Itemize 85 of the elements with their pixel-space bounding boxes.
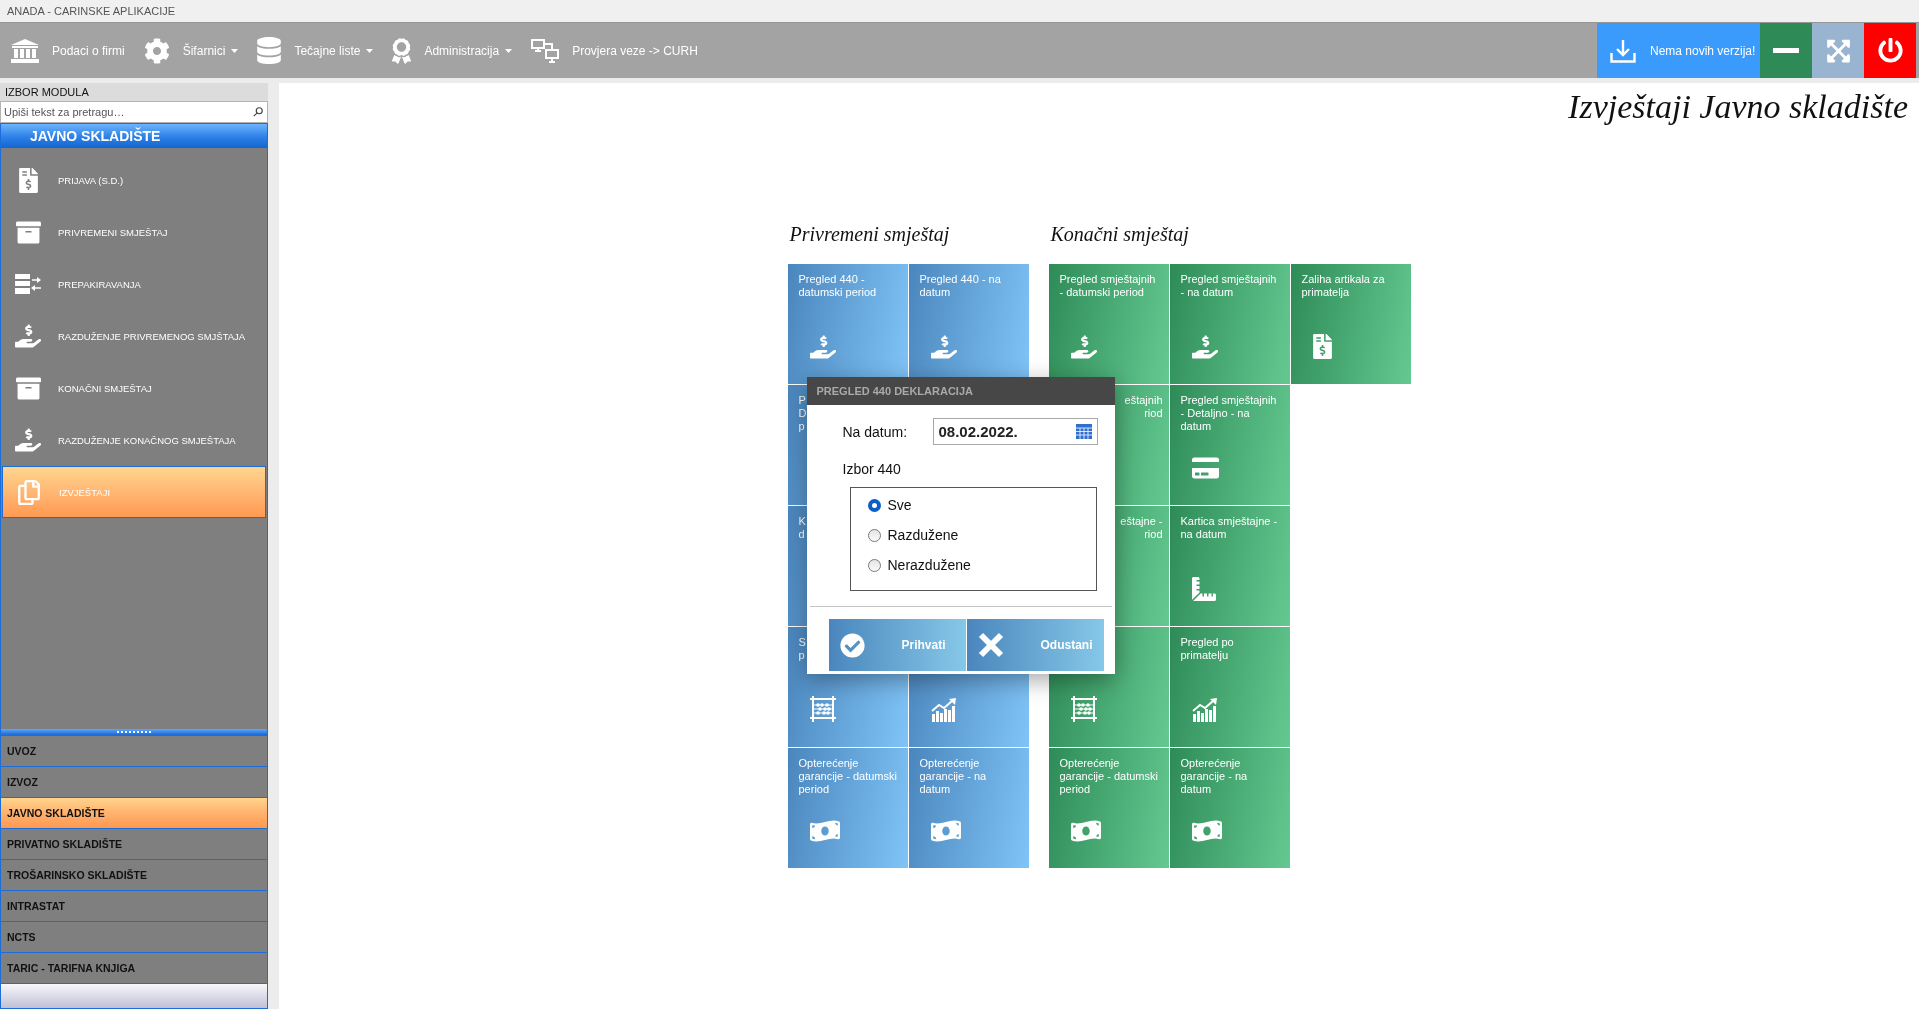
module-menu-item[interactable]: KONAČNI SMJEŠTAJ [1,362,267,414]
search-icon [253,107,263,117]
cancel-button[interactable]: Odustani [966,619,1104,671]
report-tile[interactable]: Opterećenje garancije - na datum [908,748,1029,868]
search-field[interactable]: Upiši tekst za pretragu… [0,101,268,123]
field-label: Na datum: [842,423,909,440]
group-label: Izbor 440 [842,461,901,478]
update-button[interactable]: Nema novih verzija! [1597,23,1760,78]
module-menu-item[interactable]: PREPAKIRAVANJA [1,258,267,310]
bank-icon [11,38,39,63]
cross-icon [977,632,1004,658]
radio-button[interactable] [867,528,881,542]
archive-box-icon [15,375,41,401]
tile-text: S p [798,636,806,662]
toolbar-menu-item[interactable]: Šifarnici [143,37,239,64]
report-tile[interactable]: Pregled smještajnih - na datum [1169,264,1290,384]
module-menu-item[interactable]: PRIJAVA (S.D.) [1,154,267,206]
report-tile[interactable]: Zaliha artikala za primatelja [1290,264,1411,384]
hand-dollar-icon [15,324,41,348]
report-tile[interactable]: Opterećenje garancije - datumski period [1048,748,1169,868]
window-title: ANADA - CARINSKE APLIKACIJE [7,5,176,17]
document-dollar-icon [18,167,38,193]
chart-arrow-icon [1191,698,1218,722]
minus-icon [1773,48,1799,53]
hand-dollar-icon [1070,335,1097,359]
report-tile[interactable]: Opterećenje garancije - datumski period [787,748,908,868]
tile-text: P D p [798,394,807,433]
radio-label: Razdužene [887,527,959,543]
power-button[interactable] [1864,23,1916,78]
banknote-icon [930,819,961,843]
toolbar-menu-item[interactable]: Administracija [392,37,513,64]
credit-card-icon [1191,456,1219,480]
report-tile[interactable]: Kartica smještajne - na datum [1169,506,1290,626]
pages-icon [18,479,40,505]
database-icon [257,37,282,64]
tile-text: K d [798,515,806,541]
abacus-icon [809,696,836,722]
tile-text: eštajnih riod [1124,394,1163,420]
section-title: Konačni smještaj [1050,222,1189,246]
gear-icon [143,37,170,64]
hand-dollar-icon [15,428,41,452]
radio-label: Nerazdužene [887,557,971,573]
section-title: Privremeni smještaj [789,222,950,246]
splitter-bar[interactable] [1,729,267,735]
module-menu-item[interactable]: RAZDUŽENJE PRIVREMENOG SMJŠTAJA [1,310,267,362]
module-list-item[interactable]: JAVNO SKLADIŠTE [1,797,267,828]
archive-box-icon [15,219,41,245]
calendar-icon[interactable] [1075,424,1092,439]
toolbar-menu-item[interactable]: Podaci o firmi [11,38,125,63]
power-icon [1877,38,1903,63]
module-menu-item[interactable]: PRIVREMENI SMJEŠTAJ [1,206,267,258]
toolbar-menu-item[interactable]: Tečajne liste [257,37,374,64]
report-tile[interactable]: Pregled po primatelju [1169,627,1290,747]
hand-dollar-icon [809,335,836,359]
module-menu-item[interactable]: RAZDUŽENJE KONAČNOG SMJEŠTAJA [1,414,267,466]
radio-button[interactable] [867,498,881,512]
minimize-button[interactable] [1760,23,1812,78]
panel-title: IZBOR MODULA [0,83,268,101]
chart-arrow-icon [930,698,957,722]
stack-arrows-icon [15,274,41,294]
document-dollar-icon [1312,334,1332,359]
ruler-icon [1191,577,1216,601]
dialog-title: PREGLED 440 DEKLARACIJA [806,377,1115,405]
tile-text: eštajne - riod [1120,515,1163,541]
date-field[interactable]: 08.02.2022. [932,418,1098,445]
page-title: Izvještaji Javno skladište [1568,87,1908,127]
toolbar-menu-item[interactable]: Provjera veze -> CURH [531,38,698,63]
radio-button[interactable] [867,558,881,572]
report-tile[interactable]: Pregled smještajnih - Detaljno - na datum [1169,385,1290,505]
radio-label: Sve [887,497,912,513]
module-title: JAVNO SKLADIŠTE [1,124,267,148]
abacus-icon [1070,696,1097,722]
banknote-icon [809,819,840,843]
download-icon [1610,38,1636,63]
hand-dollar-icon [930,335,957,359]
report-tile[interactable]: Opterećenje garancije - na datum [1169,748,1290,868]
report-tile[interactable]: Pregled 440 - datumski period [787,264,908,384]
award-icon [392,37,412,64]
monitors-icon [531,38,560,63]
accept-button[interactable]: Prihvati [828,619,966,671]
expand-icon [1826,37,1850,64]
hand-dollar-icon [1191,335,1218,359]
banknote-icon [1070,819,1101,843]
banknote-icon [1191,819,1222,843]
report-tile[interactable]: Pregled smještajnih - datumski period [1048,264,1169,384]
